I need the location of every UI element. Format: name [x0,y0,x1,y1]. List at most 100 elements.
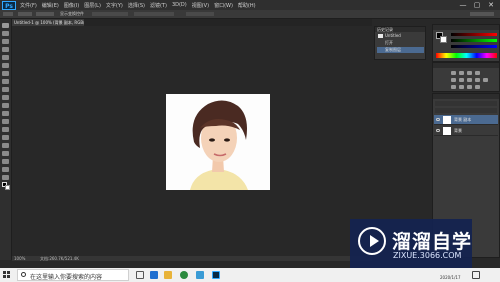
history-row-label: Untitled [385,33,401,38]
visibility-eye-icon[interactable] [436,118,440,121]
photoshop-taskbar-icon[interactable] [212,271,220,279]
eraser-tool-icon[interactable] [2,103,9,108]
eyedropper-tool-icon[interactable] [2,63,9,68]
document-tab-bar: Untitled-1 @ 100% (背景 副本, RGB/8) [12,19,372,26]
history-brush-tool-icon[interactable] [2,95,9,100]
align-buttons[interactable] [92,12,128,16]
zoom-level[interactable]: 100% [14,256,25,261]
gradient-map-icon[interactable] [475,85,480,89]
crop-tool-icon[interactable] [2,55,9,60]
move-tool-icon[interactable] [2,23,9,28]
status-bar: 100% 文档:260.7K/521.4K [12,256,372,261]
black-white-icon[interactable] [475,78,480,82]
document-canvas[interactable] [166,94,270,190]
maximize-button[interactable]: ▢ [470,0,484,10]
file-explorer-icon[interactable] [164,271,172,279]
distribute-buttons[interactable] [134,12,174,16]
options-bar: 显示变换控件 [0,10,500,19]
lasso-tool-icon[interactable] [2,39,9,44]
red-slider[interactable] [451,33,497,36]
workspace-dropdown[interactable] [470,12,494,16]
menu-file[interactable]: 文件(F) [20,2,37,9]
task-view-icon[interactable] [136,271,144,279]
window-controls: — ▢ ✕ [456,0,498,10]
menu-type[interactable]: 文字(Y) [106,2,123,9]
dodge-tool-icon[interactable] [2,127,9,132]
background-color-swatch[interactable] [5,185,10,190]
layer-filter-bar[interactable] [435,101,497,106]
close-button[interactable]: ✕ [484,0,498,10]
color-spectrum-bar[interactable] [436,53,497,58]
search-placeholder: 在这里输入你要搜索的内容 [30,274,103,281]
layer-row-background-copy[interactable]: 背景 副本 [434,115,498,125]
edge-browser-icon[interactable] [150,271,158,279]
hue-saturation-icon[interactable] [459,78,464,82]
history-panel: 历史记录 Untitled 打开 复制图层 [374,26,426,60]
exposure-icon[interactable] [475,71,480,75]
document-tab[interactable]: Untitled-1 @ 100% (背景 副本, RGB/8) [12,19,84,26]
tray-date[interactable]: 2020/1/17 [440,275,461,281]
pen-tool-icon[interactable] [2,135,9,140]
layer-name[interactable]: 背景 [454,128,462,134]
adjustments-panel-header [433,63,499,68]
auto-select-checkbox[interactable] [18,12,32,16]
layer-name[interactable]: 背景 副本 [454,117,471,123]
shape-tool-icon[interactable] [2,159,9,164]
show-transform-label[interactable]: 显示变换控件 [60,11,84,17]
blur-tool-icon[interactable] [2,119,9,124]
zoom-tool-icon[interactable] [2,175,9,180]
healing-brush-tool-icon[interactable] [2,71,9,76]
history-row-duplicate-layer[interactable]: 复制图层 [377,47,424,53]
layer-row-background[interactable]: 背景 [434,126,498,136]
move-tool-icon[interactable] [3,12,13,16]
green-slider[interactable] [451,39,497,42]
menu-help[interactable]: 帮助(H) [238,2,256,9]
menu-filter[interactable]: 滤镜(T) [150,2,167,9]
marquee-tool-icon[interactable] [2,31,9,36]
brush-tool-icon[interactable] [2,79,9,84]
play-triangle-icon [370,235,379,247]
threshold-icon[interactable] [467,85,472,89]
levels-icon[interactable] [459,71,464,75]
3d-mode-buttons[interactable] [186,12,214,16]
quick-select-tool-icon[interactable] [2,47,9,52]
photo-filter-icon[interactable] [483,78,488,82]
history-panel-title[interactable]: 历史记录 [375,27,425,32]
curves-icon[interactable] [467,71,472,75]
blue-slider[interactable] [451,45,497,48]
menu-select[interactable]: 选择(S) [128,2,145,9]
menu-layer[interactable]: 图层(L) [84,2,101,9]
windows-start-icon[interactable] [3,271,11,279]
menu-3d[interactable]: 3D(D) [172,2,187,8]
browser-app-icon[interactable] [180,271,188,279]
posterize-icon[interactable] [459,85,464,89]
snapshot-thumbnail [378,34,383,38]
hand-tool-icon[interactable] [2,167,9,172]
watermark-title: 溜溜自学 [392,231,473,253]
menu-view[interactable]: 视图(V) [192,2,209,9]
layer-thumbnail [443,127,451,135]
visibility-eye-icon[interactable] [436,129,440,132]
background-color-swatch[interactable] [440,36,447,43]
history-row-open[interactable]: 打开 [377,40,424,46]
document-info: 文档:260.7K/521.4K [40,256,79,261]
notification-icon[interactable] [472,271,480,279]
invert-icon[interactable] [451,85,456,89]
gradient-tool-icon[interactable] [2,111,9,116]
app-icon[interactable] [196,271,204,279]
type-tool-icon[interactable] [2,143,9,148]
menu-edit[interactable]: 编辑(E) [42,2,59,9]
blend-mode-opacity-bar[interactable] [435,108,497,113]
taskbar-search-box[interactable]: 在这里输入你要搜索的内容 [17,269,129,281]
menu-window[interactable]: 窗口(W) [214,2,233,9]
portrait-image [166,94,270,190]
minimize-button[interactable]: — [456,0,470,10]
menu-image[interactable]: 图像(I) [64,2,79,9]
clone-stamp-tool-icon[interactable] [2,87,9,92]
color-balance-icon[interactable] [467,78,472,82]
brightness-icon[interactable] [451,71,456,75]
layer-dropdown[interactable] [36,12,54,16]
path-select-tool-icon[interactable] [2,151,9,156]
history-snapshot-row[interactable]: Untitled [377,33,424,39]
vibrance-icon[interactable] [451,78,456,82]
